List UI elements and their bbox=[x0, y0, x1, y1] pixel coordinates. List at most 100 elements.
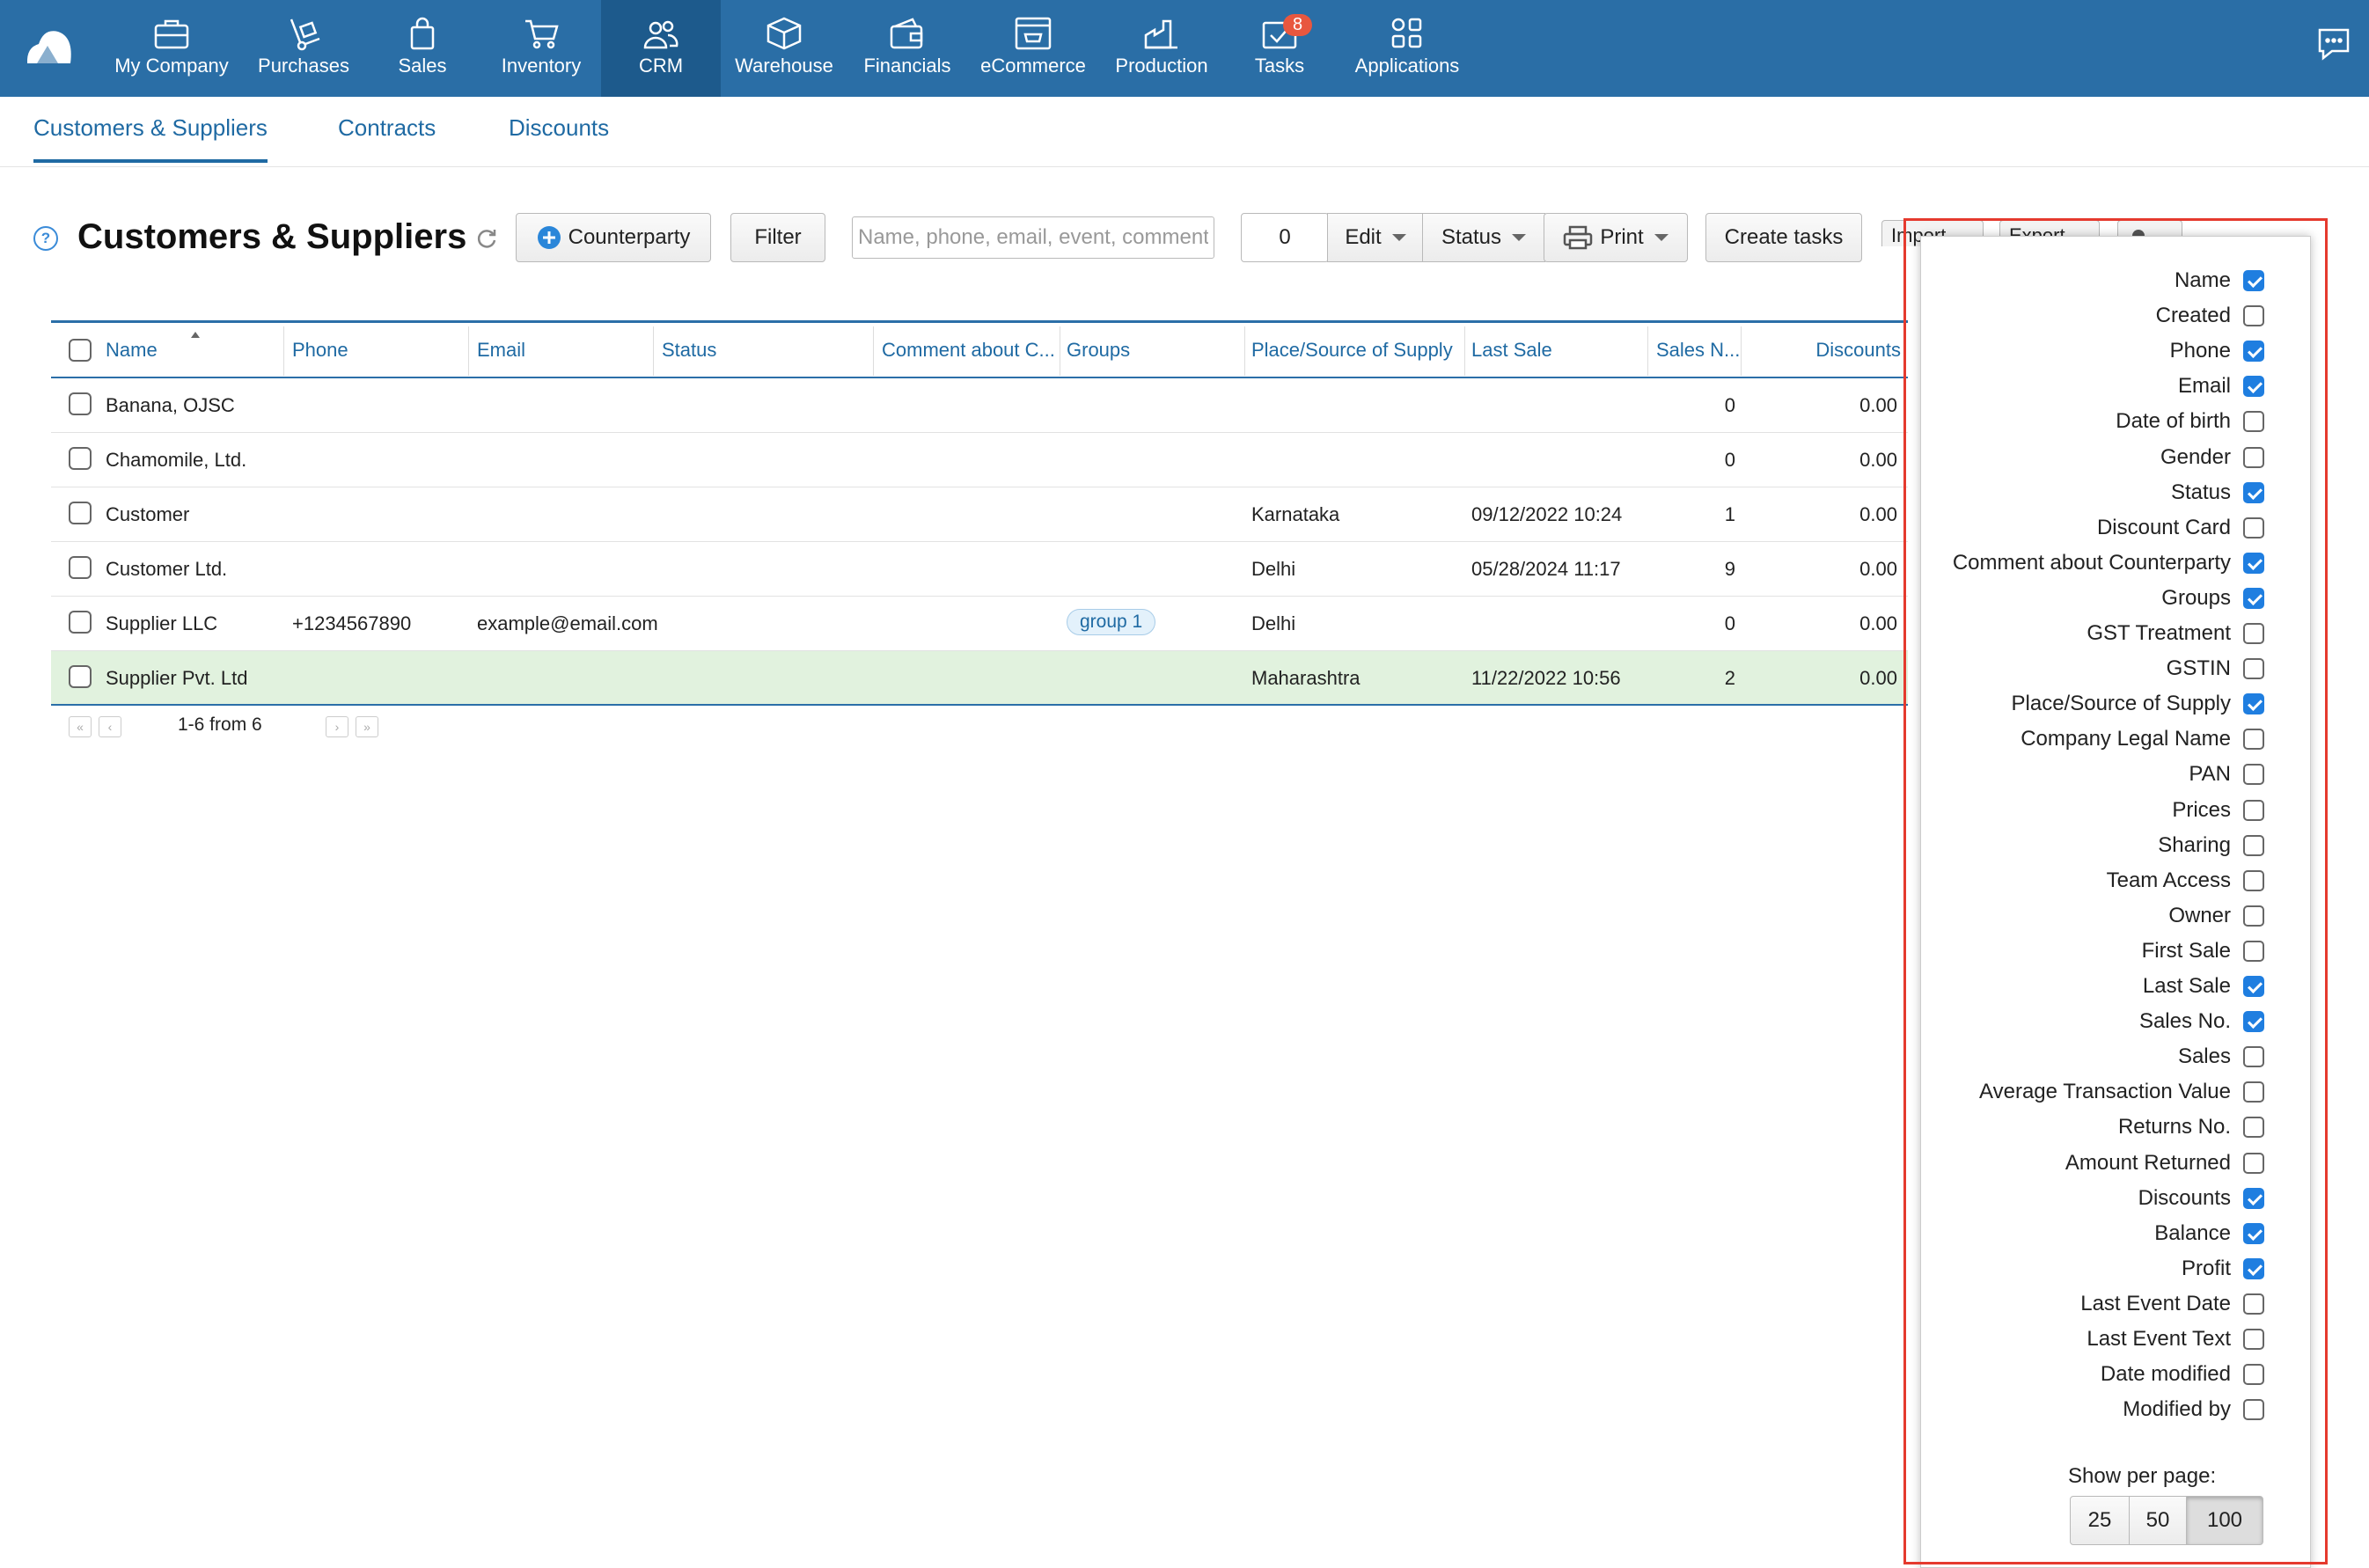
row-checkbox[interactable] bbox=[69, 611, 92, 634]
table-row[interactable]: Supplier Pvt. Ltd Maharashtra 11/22/2022 1… bbox=[51, 651, 1908, 706]
column-header-phone[interactable]: Phone bbox=[292, 339, 468, 362]
cell-name[interactable]: Banana, OJSC bbox=[106, 394, 235, 417]
column-separator[interactable] bbox=[873, 326, 874, 376]
row-checkbox[interactable] bbox=[69, 392, 92, 415]
button-label: Create tasks bbox=[1724, 225, 1844, 249]
table-row[interactable]: Banana, OJSC 0 0.00 bbox=[51, 378, 1908, 433]
last-page-button[interactable]: » bbox=[356, 716, 378, 737]
cart-icon bbox=[525, 19, 559, 49]
table-row[interactable]: Customer Karnataka 09/12/2022 10:24 1 0.00 bbox=[51, 487, 1908, 542]
nav-purchases[interactable]: Purchases bbox=[246, 0, 361, 97]
create-tasks-button[interactable]: Create tasks bbox=[1705, 213, 1862, 262]
select-all-checkbox[interactable] bbox=[69, 339, 92, 362]
column-header-comment[interactable]: Comment about C... bbox=[882, 339, 1058, 362]
cell-sales-no: 0 bbox=[1724, 612, 1735, 634]
nav-label: Inventory bbox=[501, 55, 582, 77]
row-checkbox[interactable] bbox=[69, 447, 92, 470]
briefcase-icon bbox=[154, 19, 189, 49]
row-checkbox[interactable] bbox=[69, 665, 92, 688]
cell-name[interactable]: Supplier Pvt. Ltd bbox=[106, 667, 247, 690]
column-separator[interactable] bbox=[653, 326, 654, 376]
search-input[interactable] bbox=[852, 216, 1214, 259]
hand-truck-icon bbox=[290, 18, 320, 51]
nav-applications[interactable]: Applications bbox=[1338, 0, 1477, 97]
column-header-groups[interactable]: Groups bbox=[1067, 339, 1243, 362]
nav-inventory[interactable]: Inventory bbox=[484, 0, 598, 97]
column-separator[interactable] bbox=[468, 326, 469, 376]
pager-info: 1-6 from 6 bbox=[178, 714, 262, 735]
sort-asc-icon bbox=[191, 332, 200, 338]
cell-discounts: 0.00 bbox=[1859, 503, 1897, 525]
caret-down-icon bbox=[1512, 234, 1527, 241]
cell-discounts: 0.00 bbox=[1859, 394, 1897, 416]
column-header-sales-no[interactable]: Sales N... bbox=[1656, 339, 1741, 362]
column-header-place-of-supply[interactable]: Place/Source of Supply bbox=[1251, 339, 1463, 362]
tab-discounts[interactable]: Discounts bbox=[509, 114, 609, 159]
column-header-status[interactable]: Status bbox=[662, 339, 864, 362]
print-dropdown[interactable]: Print bbox=[1544, 213, 1688, 262]
cell-phone: +1234567890 bbox=[292, 612, 412, 634]
cell-discounts: 0.00 bbox=[1859, 667, 1897, 689]
column-separator[interactable] bbox=[1741, 326, 1742, 376]
nav-tasks[interactable]: Tasks 8 bbox=[1230, 0, 1329, 97]
table-row[interactable]: Supplier LLC +1234567890 example@email.com… bbox=[51, 597, 1908, 651]
printer-icon bbox=[1564, 225, 1593, 250]
column-separator[interactable] bbox=[1647, 326, 1648, 376]
page-title: Customers & Suppliers bbox=[77, 217, 467, 256]
table-row[interactable]: Customer Ltd. Delhi 05/28/2024 11:17 9 0.00 bbox=[51, 542, 1908, 597]
column-header-name[interactable]: Name bbox=[106, 339, 202, 362]
nav-financials[interactable]: Financials bbox=[850, 0, 964, 97]
column-separator[interactable] bbox=[1464, 326, 1465, 376]
nav-warehouse[interactable]: Warehouse bbox=[727, 0, 841, 97]
shopping-bag-icon bbox=[410, 17, 435, 50]
chat-icon[interactable] bbox=[2314, 25, 2353, 63]
nav-label: Tasks bbox=[1254, 55, 1305, 77]
cell-discounts: 0.00 bbox=[1859, 449, 1897, 471]
column-header-email[interactable]: Email bbox=[477, 339, 653, 362]
nav-ecommerce[interactable]: eCommerce bbox=[973, 0, 1093, 97]
help-icon[interactable]: ? bbox=[33, 226, 58, 251]
cell-place-of-supply: Karnataka bbox=[1251, 503, 1340, 525]
refresh-icon[interactable] bbox=[475, 227, 498, 250]
add-counterparty-button[interactable]: Counterparty bbox=[516, 213, 711, 262]
nav-production[interactable]: Production bbox=[1102, 0, 1221, 97]
row-checkbox[interactable] bbox=[69, 502, 92, 524]
column-header-last-sale[interactable]: Last Sale bbox=[1471, 339, 1647, 362]
factory-icon bbox=[1144, 19, 1177, 49]
cell-sales-no: 0 bbox=[1724, 394, 1735, 416]
next-page-button[interactable]: › bbox=[326, 716, 348, 737]
logo-icon[interactable] bbox=[23, 25, 76, 69]
status-dropdown[interactable]: Status bbox=[1422, 213, 1545, 262]
nav-label: Sales bbox=[398, 55, 447, 77]
nav-sales[interactable]: Sales bbox=[370, 0, 475, 97]
cell-place-of-supply: Delhi bbox=[1251, 612, 1296, 634]
sub-navigation: Customers & Suppliers Contracts Discount… bbox=[0, 97, 2369, 167]
button-label: Filter bbox=[754, 225, 802, 249]
highlight-frame bbox=[1903, 218, 2328, 1564]
nav-label: Financials bbox=[863, 55, 951, 77]
row-checkbox[interactable] bbox=[69, 556, 92, 579]
nav-crm[interactable]: CRM bbox=[601, 0, 721, 97]
nav-my-company[interactable]: My Company bbox=[106, 0, 238, 97]
plus-circle-icon bbox=[537, 226, 561, 249]
column-separator[interactable] bbox=[1244, 326, 1245, 376]
cell-name[interactable]: Supplier LLC bbox=[106, 612, 217, 635]
first-page-button[interactable]: « bbox=[69, 716, 92, 737]
filter-button[interactable]: Filter bbox=[730, 213, 825, 262]
cell-name[interactable]: Customer bbox=[106, 503, 189, 526]
column-separator[interactable] bbox=[283, 326, 284, 376]
cell-place-of-supply: Maharashtra bbox=[1251, 667, 1361, 689]
nav-label: eCommerce bbox=[980, 55, 1086, 77]
cell-discounts: 0.00 bbox=[1859, 558, 1897, 580]
wallet-icon bbox=[890, 18, 923, 49]
cell-name[interactable]: Customer Ltd. bbox=[106, 558, 227, 581]
edit-dropdown[interactable]: Edit bbox=[1327, 213, 1424, 262]
column-header-discounts[interactable]: Discounts bbox=[1749, 339, 1901, 362]
tab-contracts[interactable]: Contracts bbox=[338, 114, 436, 159]
prev-page-button[interactable]: ‹ bbox=[99, 716, 121, 737]
table-row[interactable]: Chamomile, Ltd. 0 0.00 bbox=[51, 433, 1908, 487]
tab-customers-suppliers[interactable]: Customers & Suppliers bbox=[33, 114, 268, 163]
cell-name[interactable]: Chamomile, Ltd. bbox=[106, 449, 246, 472]
cell-last-sale: 05/28/2024 11:17 bbox=[1471, 558, 1621, 580]
storefront-icon bbox=[1015, 17, 1052, 50]
